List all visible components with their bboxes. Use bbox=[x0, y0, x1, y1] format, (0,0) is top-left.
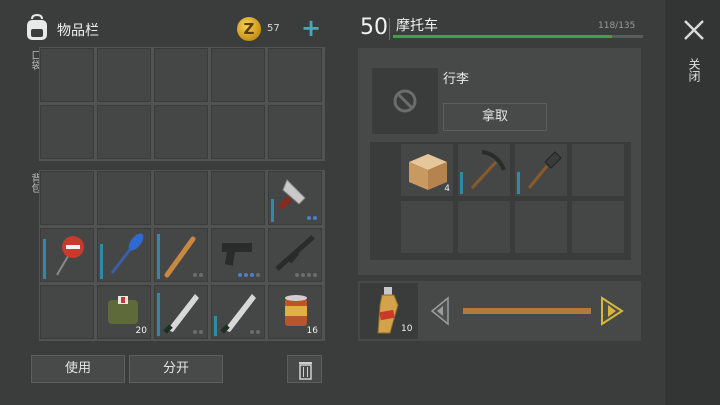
close-label[interactable]: 关闭 bbox=[686, 58, 703, 82]
trunk-slot[interactable] bbox=[400, 200, 454, 254]
backpack-slot-assault-rifle[interactable] bbox=[268, 228, 322, 282]
pocket-slot[interactable] bbox=[211, 105, 265, 159]
trash-icon bbox=[299, 362, 312, 380]
trunk-grid: 4 bbox=[370, 142, 631, 260]
trunk-slot[interactable] bbox=[514, 200, 568, 254]
backpack-slot[interactable] bbox=[40, 285, 94, 339]
increase-arrow-button[interactable] bbox=[598, 296, 626, 326]
pocket-slot[interactable] bbox=[97, 48, 151, 102]
vehicle-level: 50 bbox=[360, 15, 388, 40]
backpack-slot[interactable] bbox=[40, 171, 94, 225]
cargo-slot[interactable] bbox=[372, 68, 438, 134]
fuel-quantity: 10 bbox=[401, 324, 413, 334]
vehicle-capacity: 118/135 bbox=[598, 21, 636, 31]
rarity-dots bbox=[193, 330, 203, 334]
trunk-slot[interactable] bbox=[457, 200, 511, 254]
pocket-slot[interactable] bbox=[268, 105, 322, 159]
rarity-dots bbox=[238, 273, 260, 277]
backpack-slot-stop-sign[interactable] bbox=[40, 228, 94, 282]
close-icon[interactable] bbox=[682, 18, 706, 42]
decrease-arrow-button[interactable] bbox=[428, 296, 452, 326]
pocket-slot[interactable] bbox=[154, 48, 208, 102]
trunk-slot-shovel[interactable] bbox=[514, 143, 568, 197]
pocket-slot[interactable] bbox=[211, 48, 265, 102]
add-coins-button[interactable]: + bbox=[300, 16, 322, 40]
cargo-title: 行李 bbox=[443, 72, 470, 87]
pocket-slot[interactable] bbox=[40, 105, 94, 159]
rarity-dots bbox=[295, 273, 317, 277]
item-quantity: 20 bbox=[135, 326, 147, 336]
backpack-slot-baseball-bat[interactable] bbox=[154, 228, 208, 282]
trunk-slot[interactable] bbox=[571, 143, 625, 197]
fuel-slider[interactable] bbox=[463, 308, 591, 314]
coin-icon: Z bbox=[237, 17, 261, 41]
pocket-slot[interactable] bbox=[40, 48, 94, 102]
take-button[interactable]: 拿取 bbox=[443, 103, 547, 131]
pocket-slot[interactable] bbox=[154, 105, 208, 159]
paddle-icon bbox=[110, 233, 144, 274]
shovel-icon bbox=[527, 151, 562, 189]
backpack-slot-canned-food[interactable]: 16 bbox=[268, 285, 322, 339]
rarity-dots bbox=[250, 330, 260, 334]
trunk-slot-pickaxe[interactable] bbox=[457, 143, 511, 197]
backpack-slot-cleaver[interactable] bbox=[268, 171, 322, 225]
capacity-bar-fill bbox=[393, 35, 612, 38]
pocket-slot[interactable] bbox=[97, 105, 151, 159]
backpack-slot-machete-2[interactable] bbox=[211, 285, 265, 339]
backpack-slot-paddle[interactable] bbox=[97, 228, 151, 282]
trunk-slot[interactable] bbox=[571, 200, 625, 254]
backpack-slot[interactable] bbox=[154, 171, 208, 225]
backpack-slot-pistol[interactable] bbox=[211, 228, 265, 282]
backpack-icon bbox=[24, 13, 50, 42]
pickaxe-icon bbox=[470, 150, 506, 190]
trunk-slot-cardboard-box[interactable]: 4 bbox=[400, 143, 454, 197]
pocket-slot[interactable] bbox=[268, 48, 322, 102]
inventory-title: 物品栏 bbox=[57, 23, 99, 39]
coin-count: 57 bbox=[267, 23, 280, 34]
stop-sign-icon bbox=[56, 236, 84, 276]
vehicle-name: 摩托车 bbox=[396, 18, 438, 34]
prohibited-icon bbox=[393, 89, 417, 113]
divider bbox=[389, 18, 390, 40]
backpack-slot-machete[interactable] bbox=[154, 285, 208, 339]
item-quantity: 4 bbox=[444, 184, 450, 194]
backpack-slot-medkit-bag[interactable]: 20 bbox=[97, 285, 151, 339]
backpack-slot[interactable] bbox=[211, 171, 265, 225]
pockets-grid bbox=[39, 47, 325, 161]
rarity-dots bbox=[193, 273, 203, 277]
backpack-slot[interactable] bbox=[97, 171, 151, 225]
use-button[interactable]: 使用 bbox=[31, 355, 125, 383]
rarity-dots bbox=[307, 216, 317, 220]
item-quantity: 16 bbox=[306, 326, 318, 336]
trash-button[interactable] bbox=[287, 355, 322, 383]
backpack-grid: 20 16 bbox=[39, 170, 325, 341]
split-button[interactable]: 分开 bbox=[129, 355, 223, 383]
